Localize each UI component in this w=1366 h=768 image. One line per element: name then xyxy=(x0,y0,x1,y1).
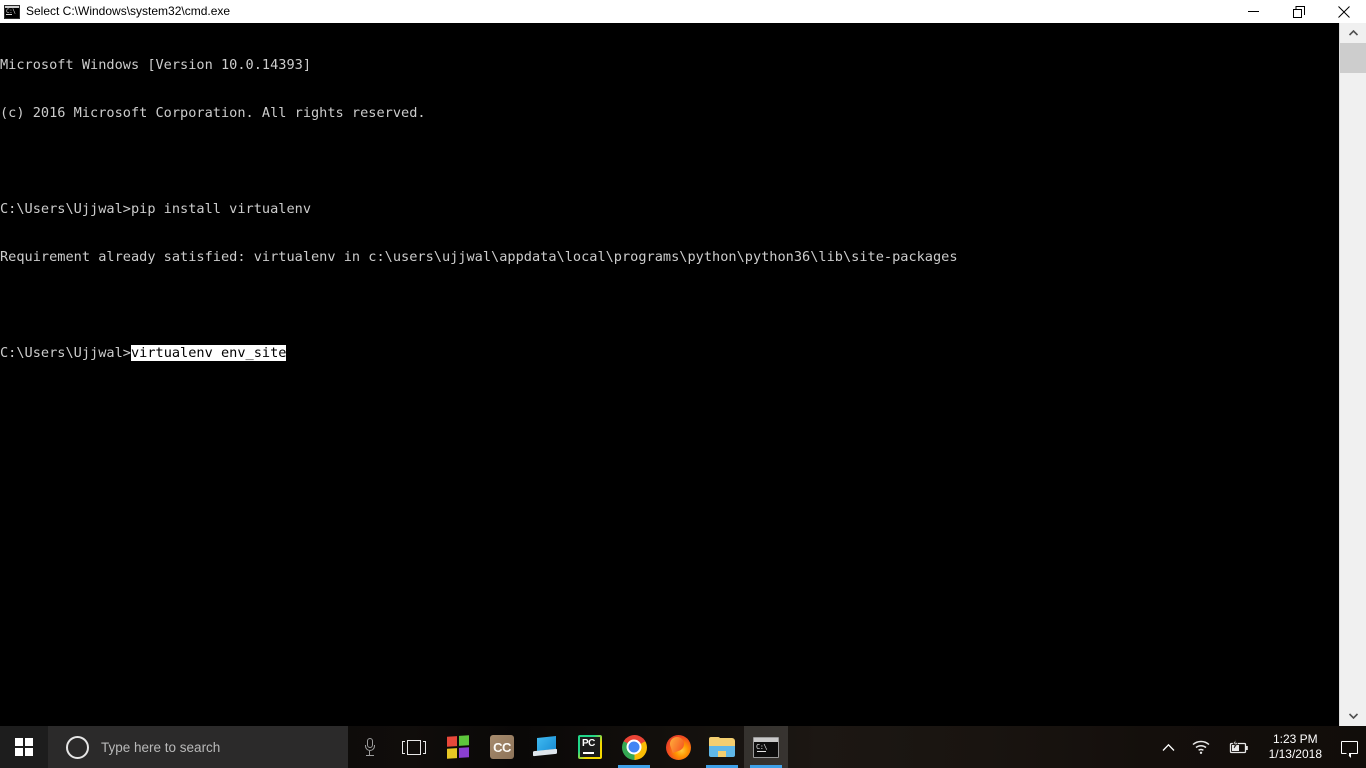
pycharm-icon: PC xyxy=(578,735,602,759)
console-selected-text: virtualenv env_site xyxy=(130,345,287,361)
taskbar-item-remote-desktop[interactable] xyxy=(524,726,568,768)
clock-time: 1:23 PM xyxy=(1272,732,1318,746)
taskbar-buttons: CC PC C:\ xyxy=(348,726,788,768)
console-prompt: C:\Users\Ujjwal> xyxy=(0,345,131,361)
taskbar-item-google-chrome[interactable] xyxy=(612,726,656,768)
console-output-area[interactable]: Microsoft Windows [Version 10.0.14393] (… xyxy=(0,23,1339,726)
minimize-button[interactable] xyxy=(1231,0,1276,23)
window-title: Select C:\Windows\system32\cmd.exe xyxy=(26,4,231,18)
taskbar-item-microsoft-store[interactable] xyxy=(436,726,480,768)
microphone-icon xyxy=(365,738,375,756)
console-line: Microsoft Windows [Version 10.0.14393] xyxy=(0,57,311,73)
desktop-screen: C:\ Select C:\Windows\system32\cmd.exe M… xyxy=(0,0,1366,768)
console-prompt-line: C:\Users\Ujjwal>virtualenv env_site xyxy=(0,345,1339,361)
chrome-icon xyxy=(621,734,647,760)
wifi-icon[interactable] xyxy=(1183,726,1219,768)
window-controls xyxy=(1231,0,1366,23)
battery-charging-icon[interactable] xyxy=(1219,726,1259,768)
cortana-mic-button[interactable] xyxy=(348,726,392,768)
taskbar-item-file-explorer[interactable] xyxy=(700,726,744,768)
clock-date: 1/13/2018 xyxy=(1268,747,1322,761)
notification-icon xyxy=(1340,740,1358,758)
cc-app-icon: CC xyxy=(490,735,514,759)
scrollbar-down-arrow-icon[interactable] xyxy=(1340,706,1366,726)
taskbar-item-pycharm[interactable]: PC xyxy=(568,726,612,768)
remote-desktop-icon xyxy=(533,736,559,757)
task-view-button[interactable] xyxy=(392,726,436,768)
taskbar-item-mozilla-firefox[interactable] xyxy=(656,726,700,768)
task-view-icon xyxy=(402,739,426,755)
taskbar: Type here to search CC PC C:\ 1:23 PM 1/… xyxy=(0,726,1366,768)
scrollbar-thumb[interactable] xyxy=(1340,43,1366,73)
search-input[interactable]: Type here to search xyxy=(48,726,348,768)
taskbar-item-cc-app[interactable]: CC xyxy=(480,726,524,768)
close-button[interactable] xyxy=(1321,0,1366,23)
console-line: C:\Users\Ujjwal>pip install virtualenv xyxy=(0,201,311,217)
start-button[interactable] xyxy=(0,726,48,768)
console-line: Requirement already satisfied: virtualen… xyxy=(0,249,958,265)
microsoft-store-icon xyxy=(447,735,469,759)
taskbar-item-command-prompt[interactable]: C:\ xyxy=(744,726,788,768)
show-hidden-icons-button[interactable] xyxy=(1154,726,1183,768)
cmd-icon: C:\ xyxy=(4,3,20,20)
console-scrollbar[interactable] xyxy=(1339,23,1366,726)
file-explorer-icon xyxy=(709,737,735,757)
clock[interactable]: 1:23 PM 1/13/2018 xyxy=(1259,726,1332,768)
firefox-icon xyxy=(665,734,691,760)
windows-logo-icon xyxy=(15,738,33,756)
cortana-circle-icon xyxy=(66,735,89,759)
command-prompt-window: C:\ Select C:\Windows\system32\cmd.exe M… xyxy=(0,0,1366,726)
search-placeholder: Type here to search xyxy=(101,739,221,755)
console-lines: Microsoft Windows [Version 10.0.14393] (… xyxy=(0,23,1339,393)
command-prompt-icon: C:\ xyxy=(753,736,779,758)
restore-button[interactable] xyxy=(1276,0,1321,23)
console-line: (c) 2016 Microsoft Corporation. All righ… xyxy=(0,105,426,121)
system-tray: 1:23 PM 1/13/2018 xyxy=(1154,726,1366,768)
action-center-button[interactable] xyxy=(1332,726,1366,768)
scrollbar-up-arrow-icon[interactable] xyxy=(1340,23,1366,43)
scrollbar-track[interactable] xyxy=(1340,43,1366,706)
window-title-bar[interactable]: C:\ Select C:\Windows\system32\cmd.exe xyxy=(0,0,1366,24)
